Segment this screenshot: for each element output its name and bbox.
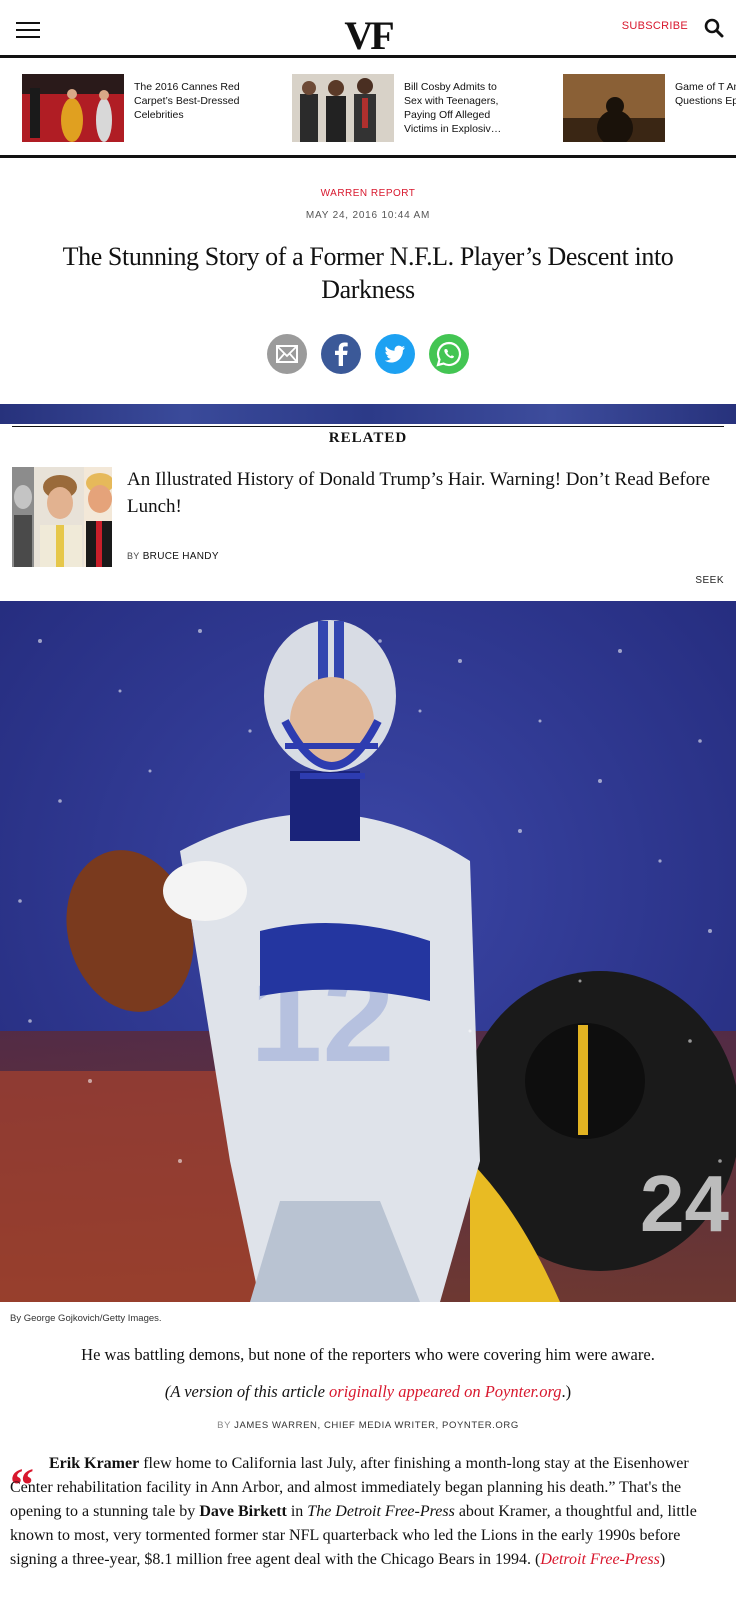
related-thumbnail[interactable]: [12, 467, 112, 567]
share-twitter-button[interactable]: [375, 334, 415, 374]
promo-image: [22, 74, 124, 142]
search-icon[interactable]: [704, 18, 724, 38]
article-byline: BY JAMES WARREN, CHIEF MEDIA WRITER, POY…: [0, 1420, 736, 1431]
byline-prefix: BY: [127, 551, 140, 561]
menu-icon[interactable]: [16, 22, 40, 40]
promo-title: Game of T Answering Questions Episode: [675, 81, 736, 107]
share-email-button[interactable]: [267, 334, 307, 374]
site-logo[interactable]: VF: [344, 12, 394, 59]
whatsapp-icon: [436, 341, 462, 367]
detroit-free-press-link[interactable]: Detroit Free-Press: [540, 1551, 660, 1568]
poynter-link[interactable]: originally appeared on Poynter.org: [329, 1382, 562, 1401]
hero-image: 24 12: [0, 601, 736, 1302]
related-banner-image: [0, 404, 736, 424]
svg-text:24: 24: [640, 1159, 729, 1248]
seek-label[interactable]: SEEK: [695, 575, 724, 586]
email-icon: [276, 345, 298, 363]
version-prefix: (A version of this article: [164, 1382, 330, 1401]
related-byline: BY BRUCE HANDY: [127, 551, 219, 562]
subscribe-link[interactable]: SUBSCRIBE: [622, 20, 688, 32]
article-kicker[interactable]: WARREN REPORT: [0, 188, 736, 199]
body-bold-name: Erik Kramer: [49, 1455, 140, 1472]
byline-author[interactable]: JAMES WARREN, CHIEF MEDIA WRITER, POYNTE…: [234, 1420, 519, 1431]
twitter-icon: [384, 345, 405, 363]
share-bar: [0, 334, 736, 374]
body-bold-name: Dave Birkett: [199, 1503, 287, 1520]
related-article-title[interactable]: An Illustrated History of Donald Trump’s…: [127, 466, 717, 520]
byline-prefix: BY: [217, 1420, 231, 1431]
related-heading: RELATED: [328, 430, 408, 446]
article-dek: He was battling demons, but none of the …: [81, 1345, 655, 1364]
publication-name: The Detroit Free-Press: [307, 1503, 455, 1520]
divider: [12, 426, 724, 427]
article-headline: The Stunning Story of a Former N.F.L. Pl…: [62, 242, 674, 304]
body-text-segment: ): [659, 1551, 666, 1568]
byline-author[interactable]: BRUCE HANDY: [143, 551, 219, 562]
share-whatsapp-button[interactable]: [429, 334, 469, 374]
promo-title: Bill Cosby Admits to Sex with Teenagers,…: [404, 81, 502, 135]
facebook-icon: [335, 342, 348, 366]
share-facebook-button[interactable]: [321, 334, 361, 374]
version-suffix: .): [561, 1382, 572, 1401]
promo-image: [292, 74, 394, 142]
promo-title: The 2016 Cannes Red Carpet’s Best-Dresse…: [134, 81, 240, 121]
version-note: (A version of this article originally ap…: [0, 1382, 736, 1402]
promo-image: [563, 74, 665, 142]
article-date: MAY 24, 2016 10:44 AM: [305, 210, 431, 221]
image-caption: By George Gojkovich/Getty Images.: [10, 1313, 162, 1324]
promo-strip: The 2016 Cannes Red Carpet’s Best-Dresse…: [0, 58, 736, 158]
article-body-paragraph: Erik Kramer flew home to California last…: [10, 1452, 728, 1572]
top-navigation-bar: VF SUBSCRIBE: [0, 0, 736, 58]
body-text-segment: in: [286, 1503, 308, 1520]
